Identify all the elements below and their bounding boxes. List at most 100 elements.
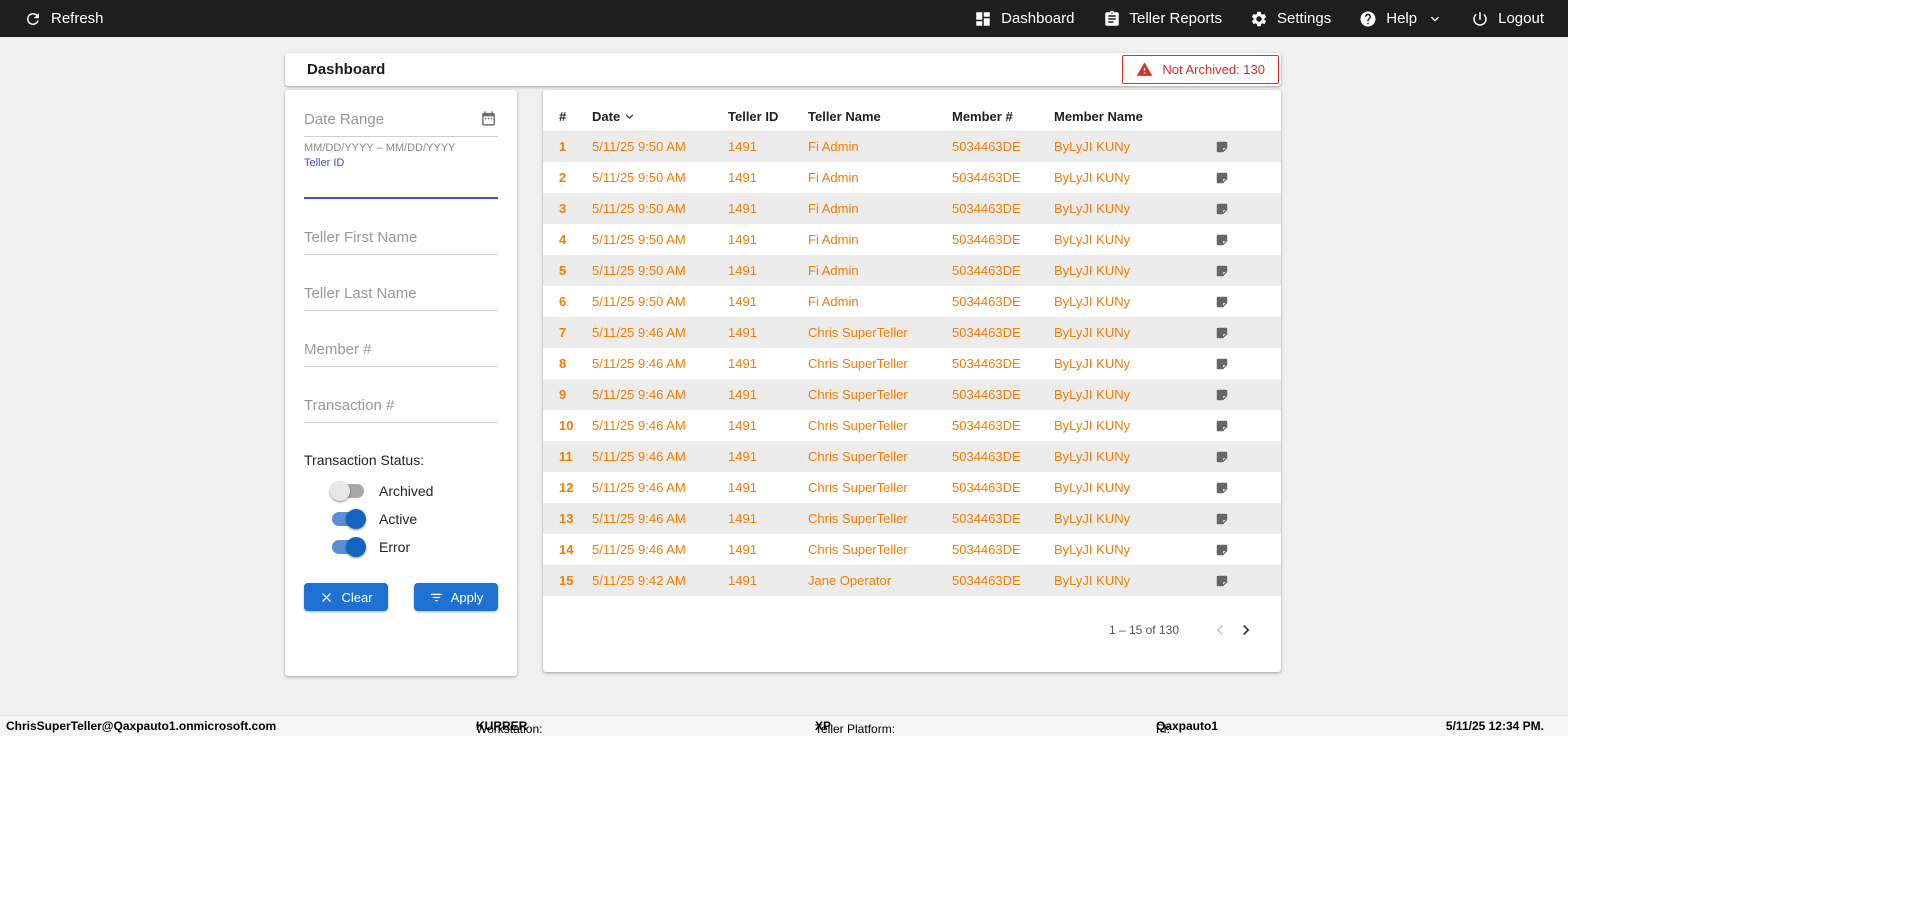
note-icon[interactable] <box>1215 140 1229 154</box>
transaction-row[interactable]: 3 5/11/25 9:50 AM 1491 Fi Admin 5034463D… <box>543 193 1281 224</box>
row-member-name: ByLyJI KUNy <box>1054 325 1131 340</box>
clear-button-label: Clear <box>341 589 373 605</box>
row-note-cell[interactable] <box>1199 410 1281 441</box>
status-toggles: Archived Active Error <box>304 481 498 557</box>
note-icon[interactable] <box>1215 202 1229 216</box>
transaction-row[interactable]: 6 5/11/25 9:50 AM 1491 Fi Admin 5034463D… <box>543 286 1281 317</box>
transaction-row[interactable]: 9 5/11/25 9:46 AM 1491 Chris SuperTeller… <box>543 379 1281 410</box>
previous-page-button[interactable] <box>1207 617 1233 643</box>
row-teller-name: Fi Admin <box>808 263 859 278</box>
row-note-cell[interactable] <box>1199 286 1281 317</box>
row-member-number: 5034463DE <box>952 573 1021 588</box>
row-teller-name: Fi Admin <box>808 139 859 155</box>
member-number-input[interactable] <box>304 334 498 367</box>
teller-first-name-input[interactable] <box>304 222 498 255</box>
row-member-name: ByLyJI KUNy <box>1054 294 1131 309</box>
row-teller-name: Fi Admin <box>808 170 859 185</box>
row-note-cell[interactable] <box>1199 441 1281 472</box>
transaction-row[interactable]: 7 5/11/25 9:46 AM 1491 Chris SuperTeller… <box>543 317 1281 348</box>
note-icon[interactable] <box>1215 233 1229 247</box>
row-member-name: ByLyJI KUNy <box>1054 232 1131 247</box>
transaction-row[interactable]: 4 5/11/25 9:50 AM 1491 Fi Admin 5034463D… <box>543 224 1281 255</box>
row-note-cell[interactable] <box>1199 379 1281 410</box>
transaction-row[interactable]: 13 5/11/25 9:46 AM 1491 Chris SuperTelle… <box>543 503 1281 534</box>
row-date: 5/11/25 9:50 AM <box>592 170 686 185</box>
row-note-cell[interactable] <box>1199 565 1281 596</box>
note-icon[interactable] <box>1215 326 1229 340</box>
row-date: 5/11/25 9:46 AM <box>592 511 686 526</box>
row-note-cell[interactable] <box>1199 534 1281 565</box>
row-number: 9 <box>559 387 567 402</box>
row-note-cell[interactable] <box>1199 503 1281 534</box>
note-icon[interactable] <box>1215 388 1229 402</box>
note-icon[interactable] <box>1215 419 1229 433</box>
active-switch[interactable] <box>330 509 366 529</box>
refresh-label: Refresh <box>51 10 104 27</box>
row-note-cell[interactable] <box>1199 193 1281 224</box>
row-member-number: 5034463DE <box>952 201 1021 216</box>
teller-id-input[interactable] <box>304 169 498 199</box>
archived-switch[interactable] <box>330 481 366 501</box>
nav-settings[interactable]: Settings <box>1250 10 1331 28</box>
note-icon[interactable] <box>1215 543 1229 557</box>
nav-teller-reports[interactable]: Teller Reports <box>1103 10 1222 28</box>
row-number: 12 <box>559 480 574 495</box>
row-note-cell[interactable] <box>1199 162 1281 193</box>
date-range-input[interactable] <box>304 104 498 137</box>
row-teller-name: Fi Admin <box>808 294 859 309</box>
row-note-cell[interactable] <box>1199 224 1281 255</box>
transaction-row[interactable]: 12 5/11/25 9:46 AM 1491 Chris SuperTelle… <box>543 472 1281 503</box>
transaction-row[interactable]: 2 5/11/25 9:50 AM 1491 Fi Admin 5034463D… <box>543 162 1281 193</box>
note-icon[interactable] <box>1215 264 1229 278</box>
nav-logout[interactable]: Logout <box>1471 10 1544 28</box>
apply-button[interactable]: Apply <box>414 583 498 611</box>
row-teller-id: 1491 <box>728 542 757 557</box>
row-member-number: 5034463DE <box>952 170 1021 185</box>
note-icon[interactable] <box>1215 357 1229 371</box>
row-number: 11 <box>559 449 573 464</box>
row-note-cell[interactable] <box>1199 131 1281 162</box>
row-date: 5/11/25 9:42 AM <box>592 573 686 588</box>
clear-button[interactable]: Clear <box>304 583 388 611</box>
toggle-error[interactable]: Error <box>330 537 498 557</box>
note-icon[interactable] <box>1215 512 1229 526</box>
teller-last-name-input[interactable] <box>304 278 498 311</box>
transaction-row[interactable]: 11 5/11/25 9:46 AM 1491 Chris SuperTelle… <box>543 441 1281 472</box>
date-range-picker-button[interactable] <box>478 110 498 130</box>
note-icon[interactable] <box>1215 574 1229 588</box>
platform-label: Teller Platform: <box>815 722 896 736</box>
chevron-down-icon <box>1431 16 1440 22</box>
transaction-row[interactable]: 14 5/11/25 9:46 AM 1491 Chris SuperTelle… <box>543 534 1281 565</box>
error-switch[interactable] <box>330 537 366 557</box>
row-note-cell[interactable] <box>1199 348 1281 379</box>
top-navigation-bar: Refresh Dashboard Teller Reports Setting… <box>0 0 1568 37</box>
refresh-button[interactable]: Refresh <box>24 10 104 28</box>
note-icon[interactable] <box>1215 171 1229 185</box>
toggle-archived[interactable]: Archived <box>330 481 498 501</box>
transaction-number-field <box>304 390 498 423</box>
transaction-number-input[interactable] <box>304 390 498 423</box>
logged-in-user: ChrisSuperTeller@Qaxpauto1.onmicrosoft.c… <box>6 719 277 733</box>
row-date: 5/11/25 9:50 AM <box>592 263 686 278</box>
toggle-active[interactable]: Active <box>330 509 498 529</box>
transaction-row[interactable]: 1 5/11/25 9:50 AM 1491 Fi Admin 5034463D… <box>543 131 1281 162</box>
row-teller-name: Chris SuperTeller <box>808 480 908 495</box>
transaction-row[interactable]: 15 5/11/25 9:42 AM 1491 Jane Operator 50… <box>543 565 1281 596</box>
note-icon[interactable] <box>1215 450 1229 464</box>
row-note-cell[interactable] <box>1199 255 1281 286</box>
transaction-row[interactable]: 10 5/11/25 9:46 AM 1491 Chris SuperTelle… <box>543 410 1281 441</box>
row-member-name: ByLyJI KUNy <box>1054 170 1131 185</box>
nav-help[interactable]: Help <box>1359 10 1443 28</box>
row-note-cell[interactable] <box>1199 317 1281 348</box>
row-note-cell[interactable] <box>1199 472 1281 503</box>
next-page-button[interactable] <box>1233 617 1259 643</box>
note-icon[interactable] <box>1215 295 1229 309</box>
nav-dashboard[interactable]: Dashboard <box>974 10 1075 28</box>
note-icon[interactable] <box>1215 481 1229 495</box>
row-teller-name: Chris SuperTeller <box>808 511 908 526</box>
row-member-number: 5034463DE <box>952 232 1021 247</box>
transaction-row[interactable]: 8 5/11/25 9:46 AM 1491 Chris SuperTeller… <box>543 348 1281 379</box>
col-date[interactable]: Date <box>592 103 728 132</box>
transaction-row[interactable]: 5 5/11/25 9:50 AM 1491 Fi Admin 5034463D… <box>543 255 1281 286</box>
not-archived-badge[interactable]: Not Archived: 130 <box>1122 55 1279 84</box>
